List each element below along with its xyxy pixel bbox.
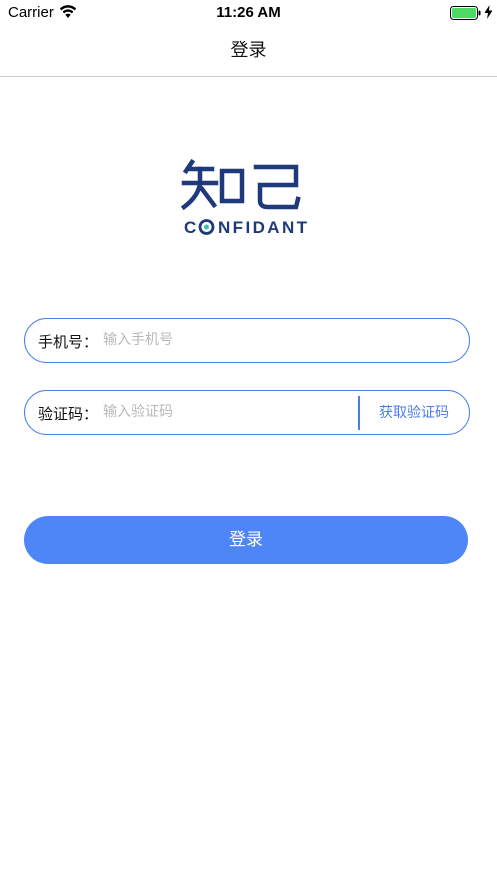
field-divider bbox=[358, 396, 360, 430]
phone-input[interactable] bbox=[103, 327, 453, 353]
phone-field-label: 手机号： bbox=[38, 333, 99, 351]
status-bar: Carrier 11:26 AM bbox=[0, 0, 497, 26]
clock: 11:26 AM bbox=[216, 4, 281, 21]
code-field-label: 验证码： bbox=[38, 405, 99, 423]
charging-icon bbox=[484, 5, 493, 19]
battery-icon bbox=[450, 6, 481, 20]
page-title: 登录 bbox=[230, 40, 267, 61]
svg-text:NFIDANT: NFIDANT bbox=[218, 218, 309, 237]
phone-field[interactable]: 手机号： bbox=[24, 318, 470, 363]
login-button[interactable]: 登录 bbox=[24, 516, 468, 564]
get-verification-code-button[interactable]: 获取验证码 bbox=[371, 401, 457, 425]
confidant-logo: C NFIDANT bbox=[180, 158, 309, 237]
navigation-bar: 登录 bbox=[0, 26, 497, 77]
svg-text:C: C bbox=[184, 218, 198, 237]
verification-code-input[interactable] bbox=[103, 399, 343, 425]
verification-code-field[interactable]: 验证码： 获取验证码 bbox=[24, 390, 470, 435]
